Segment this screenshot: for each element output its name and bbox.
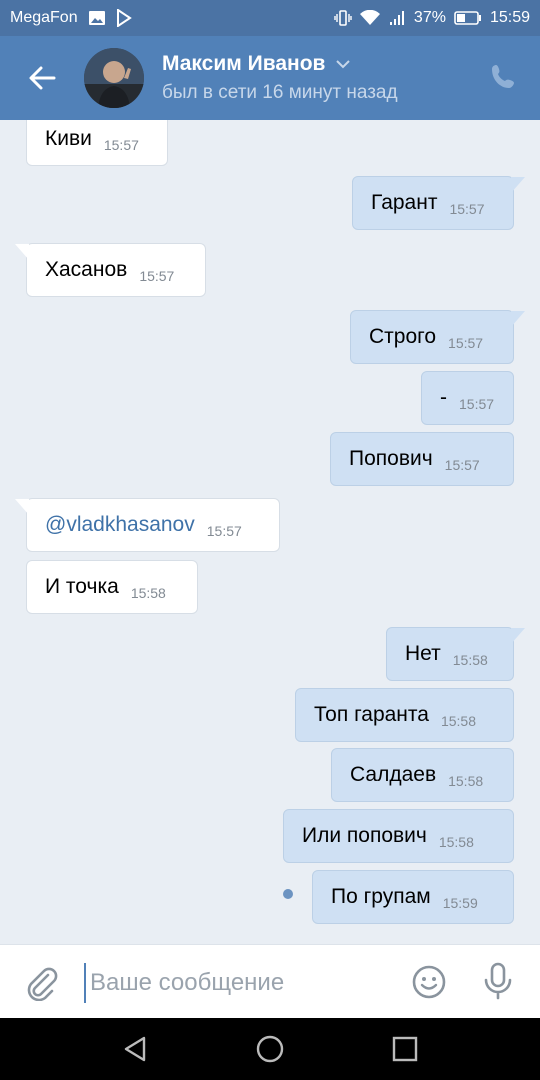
message-bubble-incoming[interactable]: Хасанов 15:57 [15, 243, 206, 297]
signal-icon [388, 10, 406, 26]
message-bubble-outgoing[interactable]: Строго 15:57 [350, 310, 525, 364]
chat-header: Максим Иванов был в сети 16 минут назад [0, 36, 540, 120]
unread-indicator [283, 889, 293, 899]
message-time: 15:57 [448, 335, 484, 351]
message-time: 15:58 [130, 585, 166, 601]
bubble-tail [15, 244, 29, 260]
bubble-tail [511, 628, 525, 644]
nav-back-button[interactable] [120, 1034, 150, 1064]
call-button[interactable] [488, 62, 518, 92]
play-store-icon [116, 9, 132, 27]
message-bubble-outgoing[interactable]: Или попович 15:58 [283, 809, 514, 863]
contact-name[interactable]: Максим Иванов [162, 52, 351, 76]
battery-icon [454, 11, 482, 25]
message-time: 15:59 [442, 895, 478, 911]
message-time: 15:57 [449, 201, 485, 217]
message-list[interactable]: Киви 15:57 Гарант 15:57 Хасанов 15:57 Ст… [0, 120, 540, 944]
message-time: 15:57 [444, 457, 480, 473]
clock: 15:59 [489, 9, 530, 26]
square-recents-icon [392, 1036, 418, 1062]
message-bubble-outgoing[interactable]: По групам 15:59 [312, 870, 514, 924]
bubble-tail [511, 177, 525, 193]
message-time: 15:57 [103, 137, 139, 153]
message-text: Попович [349, 447, 433, 470]
message-composer [0, 944, 540, 1019]
carrier-label: MegaFon [10, 9, 78, 26]
status-right: 37% 15:59 [334, 9, 530, 27]
arrow-left-icon [29, 66, 56, 90]
message-input[interactable] [84, 963, 392, 1003]
message-bubble-outgoing[interactable]: Топ гаранта 15:58 [295, 688, 514, 742]
message-text: Хасанов [45, 258, 128, 281]
message-bubble-incoming[interactable]: @vladkhasanov 15:57 [15, 498, 280, 552]
microphone-icon [484, 962, 512, 1000]
battery-percent: 37% [413, 9, 446, 26]
contact-name-text: Максим Иванов [162, 52, 326, 75]
message-bubble-outgoing[interactable]: Попович 15:57 [330, 432, 514, 486]
message-text: И точка [45, 575, 119, 598]
image-icon [88, 10, 106, 26]
message-time: 15:57 [459, 396, 495, 412]
back-button[interactable] [24, 60, 60, 96]
voice-message-button[interactable] [480, 961, 516, 1001]
message-text: Строго [369, 325, 437, 348]
phone-icon [492, 65, 514, 88]
message-time: 15:57 [206, 523, 242, 539]
circle-home-icon [256, 1035, 284, 1063]
message-bubble-incoming[interactable]: Киви 15:57 [26, 120, 168, 166]
avatar[interactable] [84, 48, 144, 108]
user-photo-icon [84, 48, 144, 108]
message-text: Топ гаранта [314, 703, 429, 726]
smiley-icon [412, 965, 446, 999]
message-bubble-outgoing[interactable]: Нет 15:58 [386, 627, 525, 681]
nav-recents-button[interactable] [390, 1034, 420, 1064]
message-time: 15:58 [448, 773, 484, 789]
status-bar: MegaFon 37% 15:59 [0, 0, 540, 36]
system-nav-bar [0, 1018, 540, 1080]
bubble-tail [511, 311, 525, 327]
message-time: 15:57 [139, 268, 175, 284]
bubble-tail [15, 499, 29, 515]
message-bubble-incoming[interactable]: И точка 15:58 [26, 560, 198, 614]
mention-link[interactable]: @vladkhasanov [45, 513, 195, 537]
emoji-button[interactable] [410, 963, 448, 1001]
message-bubble-outgoing[interactable]: - 15:57 [421, 371, 514, 425]
message-bubble-outgoing[interactable]: Салдаев 15:58 [331, 748, 514, 802]
message-text: По групам [331, 885, 431, 908]
triangle-back-icon [124, 1036, 146, 1062]
paperclip-icon [27, 967, 58, 1002]
message-text: Нет [405, 642, 441, 665]
nav-home-button[interactable] [255, 1034, 285, 1064]
status-left: MegaFon [10, 9, 132, 27]
last-seen-status: был в сети 16 минут назад [162, 82, 398, 103]
vibrate-icon [334, 10, 352, 26]
message-text: Или попович [302, 824, 427, 847]
chevron-down-icon [336, 60, 351, 69]
message-time: 15:58 [452, 652, 488, 668]
message-bubble-outgoing[interactable]: Гарант 15:57 [352, 176, 525, 230]
message-time: 15:58 [440, 713, 477, 729]
wifi-icon [359, 10, 380, 26]
message-time: 15:58 [438, 834, 474, 850]
message-text: Киви [45, 127, 92, 150]
attach-button[interactable] [22, 963, 60, 1002]
message-text: - [440, 386, 447, 409]
message-text: Салдаев [350, 763, 437, 786]
message-text: Гарант [371, 191, 438, 214]
